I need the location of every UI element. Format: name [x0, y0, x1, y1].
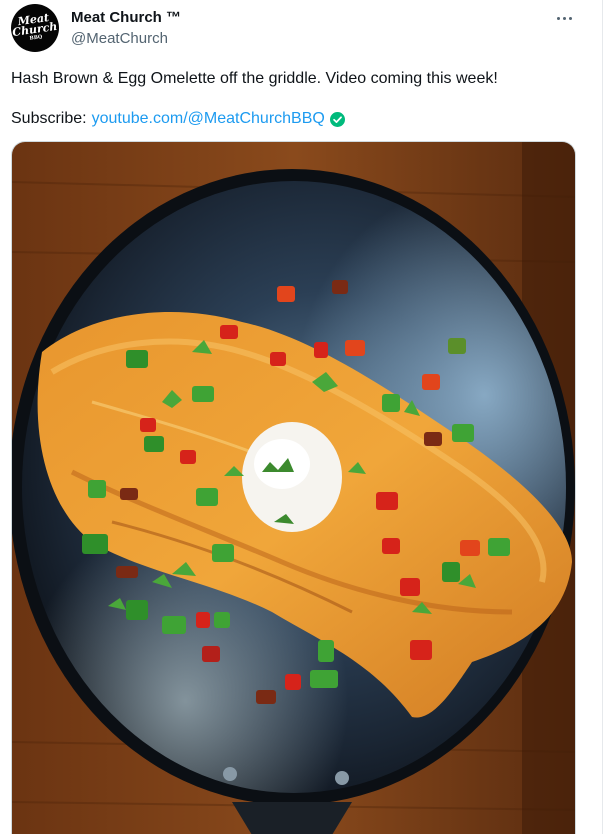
check-circle-icon: [329, 111, 345, 127]
more-horizontal-icon-dot: [562, 16, 566, 20]
more-options-button[interactable]: [550, 8, 578, 28]
subscribe-label: Subscribe:: [11, 110, 87, 127]
avatar[interactable]: Meat Church BBQ: [11, 4, 59, 52]
subscribe-line: Subscribe: youtube.com/@MeatChurchBBQ: [11, 110, 345, 128]
tweet-text: Hash Brown & Egg Omelette off the griddl…: [11, 70, 498, 87]
avatar-logo: Meat Church BBQ: [11, 11, 59, 44]
omelette-photo: [12, 142, 575, 834]
post-image[interactable]: [11, 141, 576, 834]
tweet-card: Meat Church BBQ Meat Church ™ @MeatChurc…: [0, 0, 603, 834]
more-horizontal-icon: [556, 16, 560, 20]
author-name[interactable]: Meat Church ™: [71, 9, 181, 26]
youtube-link[interactable]: youtube.com/@MeatChurchBBQ: [92, 110, 325, 128]
author-handle[interactable]: @MeatChurch: [71, 30, 168, 47]
more-horizontal-icon-dot: [568, 16, 572, 20]
